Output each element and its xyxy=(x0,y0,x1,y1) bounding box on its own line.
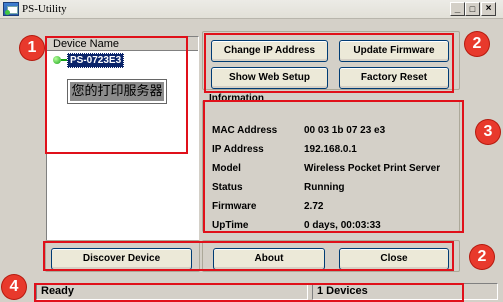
marker-2-bottom: 2 xyxy=(470,245,494,269)
marker-2: 2 xyxy=(465,32,489,56)
callout-box-footer-buttons xyxy=(43,241,454,271)
callout-box-information xyxy=(203,100,464,233)
marker-4: 4 xyxy=(2,275,26,299)
minimize-button[interactable]: _ xyxy=(450,2,465,16)
maximize-button[interactable]: □ xyxy=(465,2,480,16)
window-title: PS-Utility xyxy=(22,3,67,15)
callout-box-actions xyxy=(204,33,454,93)
marker-3: 3 xyxy=(476,120,500,144)
title-bar: PS-Utility _ □ × xyxy=(0,0,503,19)
close-window-button[interactable]: × xyxy=(481,2,496,16)
app-icon xyxy=(3,2,19,16)
callout-box-device-list xyxy=(45,36,188,154)
callout-box-status-bar xyxy=(34,283,464,302)
marker-1: 1 xyxy=(20,36,44,60)
